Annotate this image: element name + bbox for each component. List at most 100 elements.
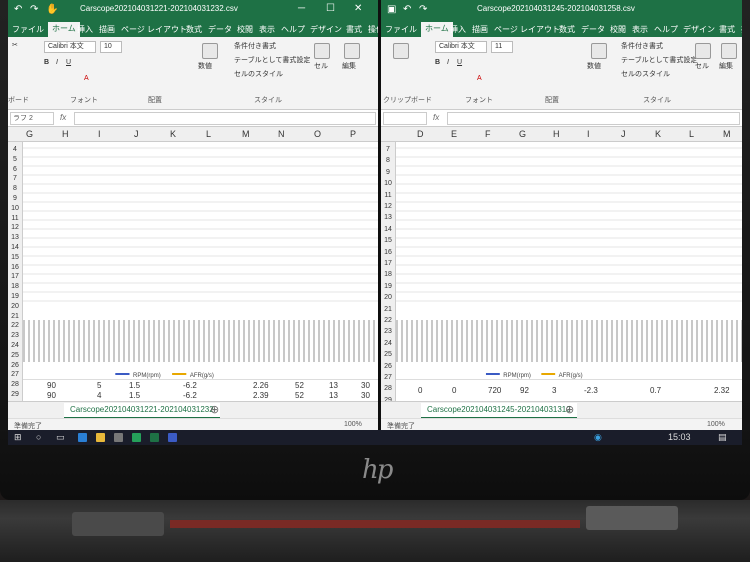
row-header[interactable]: 9 [8,195,22,202]
column-header[interactable]: M [242,129,250,139]
row-header[interactable]: 15 [381,237,395,244]
row-header[interactable]: 21 [8,313,22,320]
column-header[interactable]: P [350,129,356,139]
row-header[interactable]: 13 [8,234,22,241]
column-header[interactable]: K [655,129,661,139]
ribbon-tab[interactable]: データ [581,24,605,35]
ribbon-tab[interactable]: 挿入 [77,24,93,35]
line-chart[interactable]: RPM(rpm) AFR(g/s) [396,142,742,382]
ribbon-tab[interactable]: 操作アシ [741,24,742,35]
cells-icon[interactable] [314,43,330,59]
column-header[interactable]: G [26,129,33,139]
ribbon-tab[interactable]: 描画 [472,24,488,35]
row-header[interactable]: 4 [8,146,22,153]
column-header[interactable]: F [485,129,491,139]
italic-icon[interactable]: I [447,59,449,66]
cells-button[interactable]: セル [314,61,328,71]
column-header[interactable]: K [170,129,176,139]
column-header[interactable]: N [278,129,285,139]
file-explorer-icon[interactable] [96,433,105,442]
cell[interactable]: 90 [47,391,56,400]
conditional-format-item[interactable]: 条件付き書式 [621,41,663,51]
cell[interactable]: 2.32 [714,386,730,395]
ribbon-tab[interactable]: 数式 [559,24,575,35]
line-chart[interactable]: RPM(rpm) AFR(g/s) [23,142,378,382]
italic-icon[interactable]: I [56,59,58,66]
ribbon-tab[interactable]: ヘルプ [654,24,678,35]
ribbon-tab[interactable]: 描画 [99,24,115,35]
cell[interactable]: 30 [361,381,370,390]
ribbon-tab[interactable]: 書式 [346,24,362,35]
column-header[interactable]: D [417,129,424,139]
row-header[interactable]: 18 [381,271,395,278]
row-header[interactable]: 12 [381,203,395,210]
touch-mode-icon[interactable]: ✋ [46,4,58,15]
ribbon-tab[interactable]: ヘルプ [281,24,305,35]
row-header[interactable]: 14 [8,244,22,251]
column-header[interactable]: H [62,129,69,139]
cut-icon[interactable]: ✂ [12,41,18,49]
save-icon[interactable]: ▣ [387,4,396,15]
conditional-format-item[interactable]: 条件付き書式 [234,41,276,51]
cell[interactable]: 13 [329,391,338,400]
row-header[interactable]: 29 [8,391,22,398]
cells-icon[interactable] [695,43,711,59]
ribbon-tab[interactable]: 校閲 [610,24,626,35]
formula-input[interactable] [74,112,376,125]
format-as-table-item[interactable]: テーブルとして書式設定 [234,55,310,65]
cell[interactable]: -6.2 [183,381,197,390]
row-header[interactable]: 14 [381,226,395,233]
column-header[interactable]: L [206,129,211,139]
percent-icon[interactable] [202,43,218,59]
task-view-icon[interactable]: ▭ [56,432,65,443]
underline-icon[interactable]: U [66,59,71,66]
maximize-icon[interactable]: ☐ [326,3,335,14]
cell[interactable]: 0 [418,386,422,395]
cell[interactable]: 0.7 [650,386,661,395]
search-icon[interactable]: ○ [36,432,41,442]
edit-icon[interactable] [344,43,360,59]
row-header[interactable]: 8 [8,185,22,192]
ribbon-tab[interactable]: デザイン [683,24,715,35]
font-name-box[interactable]: Calibri 本文 [435,41,487,53]
edit-icon[interactable] [721,43,737,59]
number-format-button[interactable]: 数値 [198,61,212,71]
row-header[interactable]: 8 [381,157,395,164]
cell-styles-item[interactable]: セルのスタイル [621,69,670,79]
underline-icon[interactable]: U [457,59,462,66]
row-header[interactable]: 19 [8,293,22,300]
number-format-button[interactable]: 数値 [587,61,601,71]
row-header[interactable]: 6 [8,166,22,173]
ribbon-tab[interactable]: 書式 [719,24,735,35]
notification-icon[interactable]: ▤ [718,432,727,443]
cell[interactable]: 3 [552,386,556,395]
cell-styles-item[interactable]: セルのスタイル [234,69,283,79]
row-header[interactable]: 16 [8,264,22,271]
fx-icon[interactable]: fx [433,113,439,122]
column-header[interactable]: H [553,129,560,139]
ribbon-tab[interactable]: 操作アシ [368,24,378,35]
ribbon-tab[interactable]: 数式 [186,24,202,35]
cell[interactable]: 92 [520,386,529,395]
row-header[interactable]: 23 [8,332,22,339]
bold-icon[interactable]: B [44,59,49,66]
row-header[interactable]: 11 [8,215,22,222]
fx-icon[interactable]: fx [60,113,66,122]
ribbon-tab[interactable]: ページ レイアウト [121,24,187,35]
store-icon[interactable] [114,433,123,442]
edit-button[interactable]: 編集 [719,61,733,71]
undo-icon[interactable]: ↶ [403,4,411,15]
edge-icon[interactable] [78,433,87,442]
cell[interactable]: 30 [361,391,370,400]
row-header[interactable]: 16 [381,249,395,256]
row-header[interactable]: 12 [8,224,22,231]
ribbon-tab[interactable]: デザイン [310,24,342,35]
row-header[interactable]: 22 [381,317,395,324]
row-header[interactable]: 23 [381,328,395,335]
cell[interactable]: 52 [295,391,304,400]
redo-icon[interactable]: ↷ [30,4,38,15]
row-header[interactable]: 5 [8,156,22,163]
column-header[interactable]: J [134,129,139,139]
sheet-tab[interactable]: Carscope202104031245-202104031312 [421,403,577,419]
row-header[interactable]: 18 [8,283,22,290]
